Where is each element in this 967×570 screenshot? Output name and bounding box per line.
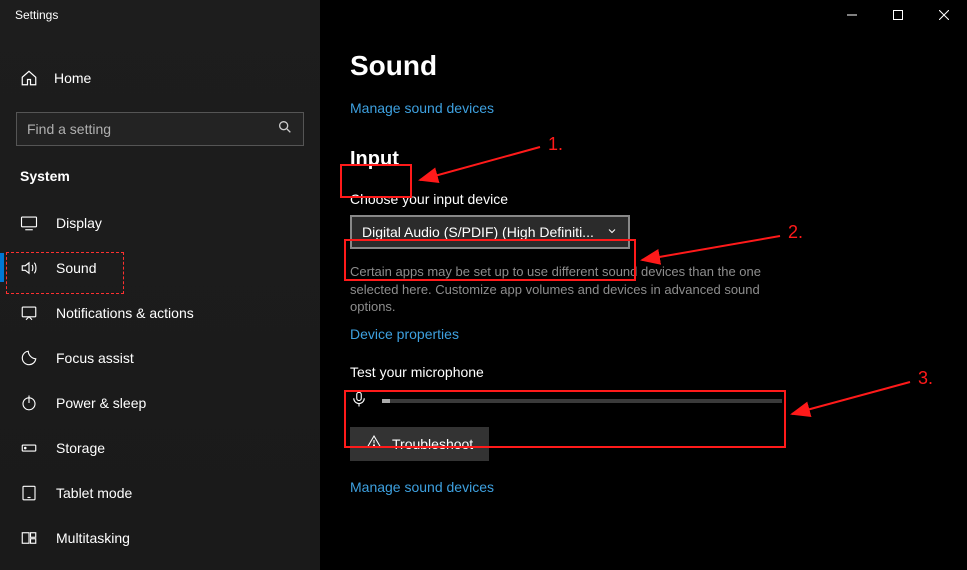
link-device-properties[interactable]: Device properties — [350, 326, 967, 342]
minimize-button[interactable] — [829, 0, 875, 30]
sidebar-item-label: Storage — [56, 440, 105, 456]
search-input[interactable] — [16, 112, 304, 146]
sidebar-item-storage[interactable]: Storage — [0, 425, 320, 470]
sidebar-section-heading: System — [0, 154, 320, 194]
sidebar-item-label: Display — [56, 215, 102, 231]
link-manage-sound-devices-bottom[interactable]: Manage sound devices — [350, 479, 967, 495]
heading-input: Input — [350, 148, 399, 171]
sidebar-item-label: Sound — [56, 260, 96, 276]
sidebar-item-label: Power & sleep — [56, 395, 146, 411]
sidebar-item-focus-assist[interactable]: Focus assist — [0, 335, 320, 380]
troubleshoot-button[interactable]: Troubleshoot — [350, 427, 489, 461]
sidebar-item-display[interactable]: Display — [0, 200, 320, 245]
sidebar-item-multitasking[interactable]: Multitasking — [0, 515, 320, 560]
sidebar-item-power-sleep[interactable]: Power & sleep — [0, 380, 320, 425]
page-title: Sound — [350, 50, 967, 82]
window-title: Settings — [0, 8, 58, 22]
search-field[interactable] — [27, 121, 277, 137]
sidebar-item-label: Tablet mode — [56, 485, 132, 501]
sidebar-home-label: Home — [54, 70, 91, 86]
warning-icon — [366, 434, 382, 453]
troubleshoot-label: Troubleshoot — [392, 436, 473, 452]
annotation-label-1: 1. — [548, 134, 563, 155]
close-button[interactable] — [921, 0, 967, 30]
microphone-icon — [350, 390, 368, 413]
search-icon — [277, 119, 293, 140]
multitasking-icon — [20, 529, 38, 547]
link-manage-sound-devices-top[interactable]: Manage sound devices — [350, 100, 494, 116]
annotation-label-3: 3. — [918, 368, 933, 389]
maximize-button[interactable] — [875, 0, 921, 30]
sidebar-home[interactable]: Home — [0, 58, 320, 98]
tablet-icon — [20, 484, 38, 502]
storage-icon — [20, 439, 38, 457]
chevron-down-icon — [606, 224, 618, 240]
focus-assist-icon — [20, 349, 38, 367]
sidebar-item-sound[interactable]: Sound — [0, 245, 320, 290]
home-icon — [20, 69, 38, 87]
helper-text: Certain apps may be set up to use differ… — [350, 263, 800, 316]
sidebar-item-tablet-mode[interactable]: Tablet mode — [0, 470, 320, 515]
sidebar-item-notifications[interactable]: Notifications & actions — [0, 290, 320, 335]
display-icon — [20, 214, 38, 232]
combo-input-device[interactable]: Digital Audio (S/PDIF) (High Definiti... — [350, 215, 630, 249]
sidebar-item-label: Multitasking — [56, 530, 130, 546]
sound-icon — [20, 259, 38, 277]
sidebar-item-label: Notifications & actions — [56, 305, 194, 321]
label-choose-input-device: Choose your input device — [350, 191, 967, 207]
annotation-label-2: 2. — [788, 222, 803, 243]
sidebar-item-label: Focus assist — [56, 350, 134, 366]
label-test-microphone: Test your microphone — [350, 364, 967, 380]
notifications-icon — [20, 304, 38, 322]
microphone-level-bar — [382, 399, 782, 403]
power-icon — [20, 394, 38, 412]
combo-value: Digital Audio (S/PDIF) (High Definiti... — [362, 224, 594, 240]
